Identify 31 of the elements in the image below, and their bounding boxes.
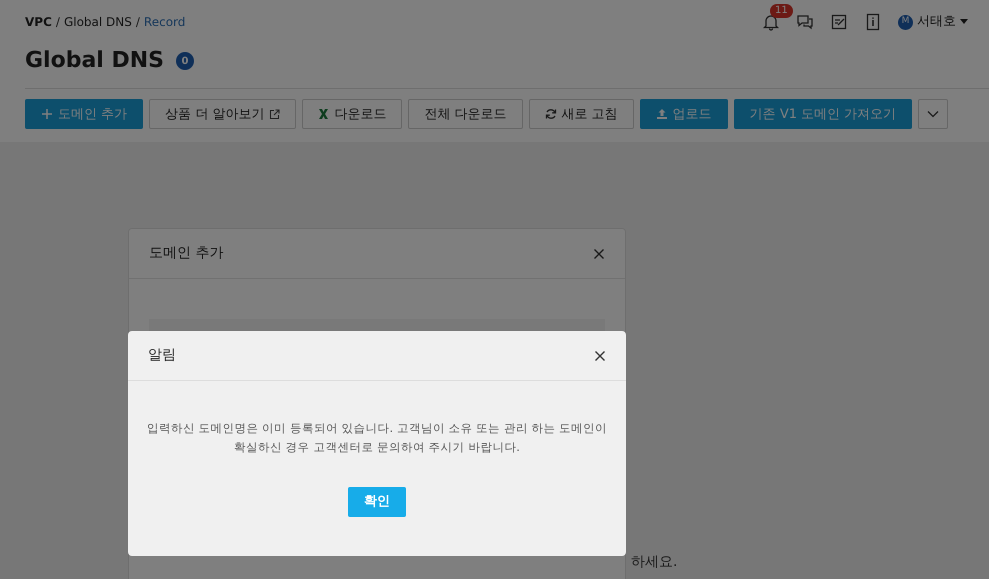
close-icon[interactable] bbox=[593, 248, 605, 260]
info-icon[interactable] bbox=[864, 13, 882, 31]
page-title: Global DNS bbox=[25, 48, 164, 74]
toolbar-button[interactable]: 전체 다운로드 bbox=[408, 99, 523, 130]
chat-icon[interactable] bbox=[796, 13, 814, 31]
spreadsheet-icon bbox=[318, 108, 330, 120]
alert-title: 알림 bbox=[148, 346, 176, 365]
breadcrumb-separator: / bbox=[56, 14, 60, 31]
chevron-icon bbox=[927, 110, 940, 118]
breadcrumb-item[interactable]: VPC bbox=[25, 13, 52, 31]
count-badge: 0 bbox=[176, 52, 194, 70]
toolbar-button[interactable]: 상품 더 알아보기 bbox=[149, 99, 296, 130]
confirm-button[interactable]: 확인 bbox=[348, 487, 406, 517]
refresh-icon bbox=[544, 108, 557, 120]
breadcrumb-item: Record bbox=[144, 14, 186, 31]
edit-icon[interactable] bbox=[830, 13, 848, 31]
external-link-icon bbox=[269, 108, 280, 120]
bell-icon[interactable] bbox=[762, 13, 780, 31]
toolbar-button[interactable]: 다운로드 bbox=[302, 99, 402, 130]
hint-text: 하세요. bbox=[631, 553, 678, 572]
notification-badge: 11 bbox=[770, 4, 793, 18]
alert-message: 입력하신 도메인명은 이미 등록되어 있습니다. 고객님이 소유 또는 관리 하는 도메인이 확실하신 경우 고객센터로 문의하여 주시기 바랍니다. bbox=[146, 420, 608, 456]
breadcrumb-item[interactable]: Global DNS bbox=[64, 13, 132, 31]
plus-icon bbox=[41, 108, 53, 120]
breadcrumb-separator: / bbox=[136, 14, 140, 31]
upload-icon bbox=[656, 108, 668, 120]
toolbar-button[interactable]: 새로 고침 bbox=[528, 99, 634, 130]
user-menu[interactable]: M 서태호 bbox=[898, 12, 968, 32]
close-icon[interactable] bbox=[594, 350, 606, 362]
caret-icon bbox=[960, 19, 968, 25]
dialog-title: 도메인 추가 bbox=[149, 244, 224, 263]
